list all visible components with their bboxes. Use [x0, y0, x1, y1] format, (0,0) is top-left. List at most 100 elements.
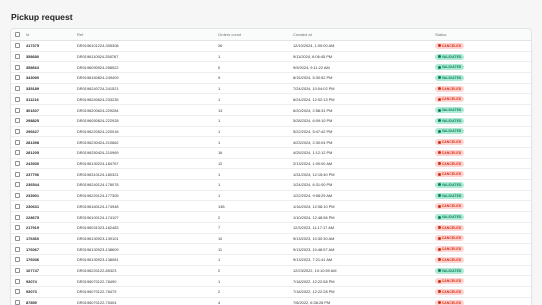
row-checkbox[interactable] — [15, 128, 20, 134]
table-row[interactable]: 230631 DR0196160124-174948 138 1/16/2024, 1… — [11, 202, 531, 213]
table-row[interactable]: 358680 DR0196110924-258767 1 9/11/2024, 6:0… — [11, 52, 531, 63]
status-dot-icon — [437, 183, 441, 187]
status-badge: CANCELED — [435, 85, 464, 92]
row-checkbox[interactable] — [15, 150, 20, 156]
column-header-id[interactable]: Id — [26, 29, 29, 40]
table-row[interactable]: 281205 DR0196250424-210969 16 4/25/2024, 1:… — [11, 148, 531, 159]
row-status-cell: CANCELED — [435, 41, 464, 51]
row-checkbox[interactable] — [15, 54, 20, 60]
column-header-created-at[interactable]: Created at — [293, 29, 312, 40]
row-id: 243930 — [26, 161, 39, 167]
table-row[interactable]: 176360 DR0196130923-139101 10 9/13/2023, 10… — [11, 234, 531, 245]
row-ref: DR0196130923-139101 — [77, 235, 119, 241]
row-orders-count: 1 — [218, 96, 221, 102]
row-orders-count: 2 — [218, 289, 221, 295]
row-checkbox[interactable] — [15, 118, 20, 124]
row-orders-count: 26 — [218, 43, 223, 49]
status-dot-icon — [437, 55, 441, 59]
row-select-cell — [15, 73, 20, 83]
status-label: CANCELED — [441, 43, 462, 48]
status-dot-icon — [437, 279, 441, 283]
row-select-cell — [15, 116, 20, 126]
table-row[interactable]: 233901 DR0196220124-177305 1 1/22/2024, 9:5… — [11, 191, 531, 202]
row-ref: DR0196031023-162483 — [77, 225, 119, 231]
row-id: 417375 — [26, 43, 39, 49]
status-label: CANCELED — [441, 247, 462, 252]
row-checkbox[interactable] — [15, 161, 20, 167]
status-badge: VALIDATED — [435, 107, 464, 114]
status-dot-icon — [437, 119, 441, 123]
row-checkbox[interactable] — [15, 64, 20, 70]
status-dot-icon — [437, 215, 441, 219]
status-label: VALIDATED — [441, 129, 462, 134]
row-checkbox[interactable] — [15, 107, 20, 113]
column-header-ref[interactable]: Ref — [77, 29, 83, 40]
table-row[interactable]: 358663 DR0196090924-258522 0 9/9/2024, 9:11… — [11, 62, 531, 74]
table-row[interactable]: 237796 DR0196310124-180321 1 1/31/2024, 12:… — [11, 169, 531, 181]
row-checkbox[interactable] — [15, 214, 20, 220]
row-orders-count: 138 — [218, 203, 225, 209]
row-id: 298825 — [26, 118, 39, 124]
row-checkbox[interactable] — [15, 246, 20, 252]
table-row[interactable]: 296627 DR0196220524-220018 1 5/22/2024, 5:4… — [11, 127, 531, 138]
status-label: VALIDATED — [441, 54, 462, 59]
status-badge: CANCELED — [435, 224, 464, 231]
column-header-status[interactable]: Status — [435, 29, 446, 40]
status-label: CANCELED — [441, 300, 462, 305]
table-row[interactable]: 87859 DR0196070122-75404 4 7/6/2022, 6:38:2… — [11, 298, 531, 305]
row-created-at: 6/24/2024, 12:02:13 PM — [293, 96, 335, 102]
status-badge: CANCELED — [435, 203, 464, 210]
row-checkbox[interactable] — [15, 171, 20, 177]
table-row[interactable]: 93073 DR0196070122-78479 2 7/18/2022, 12:22… — [11, 287, 531, 298]
table-row[interactable]: 298825 DR0196050624-222928 1 5/28/2024, 6:0… — [11, 116, 531, 127]
row-checkbox[interactable] — [15, 96, 20, 102]
table-row[interactable]: 93074 DR0196070122-78490 1 7/18/2022, 12:22… — [11, 276, 531, 288]
table-row[interactable]: 236544 DR0196240124-178078 1 1/24/2024, 6:3… — [11, 180, 531, 191]
row-status-cell: CANCELED — [435, 234, 464, 244]
row-select-cell — [15, 127, 20, 137]
row-checkbox[interactable] — [15, 225, 20, 231]
row-id: 176067 — [26, 246, 39, 252]
row-checkbox[interactable] — [15, 193, 20, 199]
table-row[interactable]: 176036 DR0196130923-138081 1 9/13/2023, 7:2… — [11, 255, 531, 266]
row-checkbox[interactable] — [15, 43, 20, 49]
status-dot-icon — [437, 140, 441, 144]
row-ref: DR0196220124-177305 — [77, 193, 119, 199]
row-ref: DR0196070122-75404 — [77, 300, 117, 305]
pickup-request-table: Id Ref Orders count Created at Status 41… — [10, 28, 532, 305]
table-row[interactable]: 301607 DR0196200624-229284 13 6/20/2024, 2:… — [11, 105, 531, 116]
table-row[interactable]: 217919 DR0196031023-162483 7 12/3/2023, 11:… — [11, 223, 531, 234]
table-row[interactable]: 228675 DR0196100124-174107 2 1/10/2024, 12:… — [11, 212, 531, 223]
table-row[interactable]: 343090 DR0196150824-249409 9 8/15/2024, 5:3… — [11, 73, 531, 84]
status-badge: CANCELED — [435, 288, 464, 295]
table-row[interactable]: 243930 DR0196130224-184767 12 2/13/2024, 1:… — [11, 159, 531, 170]
row-status-cell: CANCELED — [435, 95, 464, 105]
row-orders-count: 4 — [218, 300, 221, 305]
table-row[interactable]: 311216 DR0196240624-233235 1 6/24/2024, 12:… — [11, 95, 531, 106]
row-checkbox[interactable] — [15, 235, 20, 241]
row-id: 281205 — [26, 150, 39, 156]
row-checkbox[interactable] — [15, 75, 20, 81]
row-checkbox[interactable] — [15, 257, 20, 263]
status-dot-icon — [437, 226, 441, 230]
row-checkbox[interactable] — [15, 86, 20, 92]
table-row[interactable]: 176067 DR0196130923-138609 11 9/13/2023, 10… — [11, 244, 531, 255]
table-row[interactable]: 107747 DR0196220122-85323 2 12/23/2022, 10:… — [11, 266, 531, 277]
row-checkbox[interactable] — [15, 182, 20, 188]
row-checkbox[interactable] — [15, 203, 20, 209]
table-row[interactable]: 281398 DR0196230424-210662 1 4/23/2024, 2:3… — [11, 137, 531, 148]
row-select-cell — [15, 137, 20, 147]
select-all-checkbox[interactable] — [15, 32, 20, 37]
row-checkbox[interactable] — [15, 289, 20, 295]
table-row[interactable]: 417375 DR0196101224-305308 26 12/10/2024, 1… — [11, 41, 531, 52]
row-select-cell — [15, 148, 20, 158]
row-created-at: 12/23/2022, 10:10:59 AM — [293, 268, 337, 274]
row-status-cell: CANCELED — [435, 244, 464, 254]
column-header-orders-count[interactable]: Orders count — [218, 29, 241, 40]
row-checkbox[interactable] — [15, 139, 20, 145]
table-row[interactable]: 335189 DR0196240724-241521 1 7/24/2024, 10:… — [11, 84, 531, 95]
row-checkbox[interactable] — [15, 268, 20, 274]
row-orders-count: 16 — [218, 150, 223, 156]
row-checkbox[interactable] — [15, 300, 20, 305]
row-checkbox[interactable] — [15, 278, 20, 284]
